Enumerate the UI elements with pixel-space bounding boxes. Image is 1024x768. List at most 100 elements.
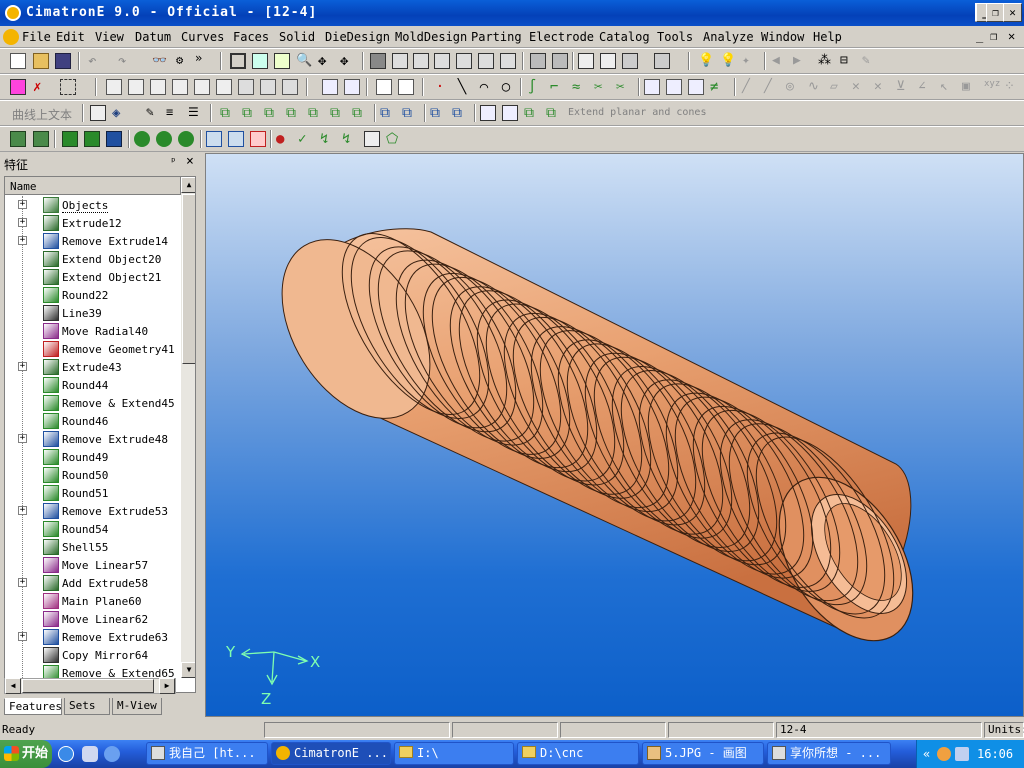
surface-2-icon[interactable]: ⧉ [242, 105, 258, 121]
view-back-icon[interactable] [456, 53, 472, 69]
tab-sets[interactable]: Sets [64, 698, 110, 715]
surface-4-icon[interactable]: ⧉ [286, 105, 302, 121]
menu-diedesign[interactable]: DieDesign [325, 30, 390, 44]
qq-tray-icon[interactable] [937, 747, 951, 761]
draft-tool-icon[interactable] [178, 131, 194, 147]
surface-3-icon[interactable]: ⧉ [264, 105, 280, 121]
tree-item[interactable]: + Remove Extrude63 [5, 628, 181, 646]
remove-tool-icon[interactable] [106, 131, 122, 147]
tree-item[interactable]: Remove Geometry41 [5, 340, 181, 358]
tree-item[interactable]: Round50 [5, 466, 181, 484]
scroll-up-icon[interactable]: ▲ [181, 177, 195, 193]
tree-item[interactable]: + Add Extrude58 [5, 574, 181, 592]
solid-2-icon[interactable] [33, 131, 49, 147]
tree-item[interactable]: Remove & Extend45 [5, 394, 181, 412]
surface-6-icon[interactable]: ⧉ [330, 105, 346, 121]
offset-curve-icon[interactable]: ≈ [572, 79, 588, 95]
disabled-xyz-icon[interactable]: xyz [984, 79, 1000, 95]
surface-9-icon[interactable]: ⧉ [402, 105, 418, 121]
tree-item[interactable]: Round49 [5, 448, 181, 466]
tree-item[interactable]: Copy Mirror64 [5, 646, 181, 664]
task-folder-i[interactable]: I:\ [394, 742, 514, 765]
scroll-right-icon[interactable]: ▶ [159, 678, 175, 694]
model-cylinder[interactable]: Y X Z [206, 154, 1024, 717]
disabled-cross-icon[interactable]: ✕ [852, 79, 868, 95]
extrude-tool-icon[interactable] [62, 131, 78, 147]
surface-1-icon[interactable]: ⧉ [220, 105, 236, 121]
menu-curves[interactable]: Curves [181, 30, 224, 44]
menu-window[interactable]: Window [761, 30, 804, 44]
surface-14-icon[interactable]: ⧉ [524, 105, 540, 121]
menu-faces[interactable]: Faces [233, 30, 269, 44]
tab-m-view[interactable]: M-View [112, 698, 162, 715]
render-hidden-icon[interactable] [622, 53, 638, 69]
expand-icon[interactable]: + [18, 434, 27, 443]
expand-icon[interactable]: + [18, 578, 27, 587]
pen-icon[interactable]: ✎ [146, 105, 162, 121]
disabled-tool7-icon[interactable]: ▣ [962, 79, 978, 95]
mdi-restore-icon[interactable]: ❐ [990, 29, 997, 43]
render-mode-dropdown-icon[interactable] [654, 53, 670, 69]
toolbar-overflow-icon[interactable]: » [195, 51, 211, 67]
split-icon[interactable]: ✂ [616, 79, 632, 95]
tree-item[interactable]: Line39 [5, 304, 181, 322]
menu-view[interactable]: View [95, 30, 124, 44]
menu-parting[interactable]: Parting [471, 30, 522, 44]
tree-item[interactable]: Round44 [5, 376, 181, 394]
arc-icon[interactable]: ⌒ [476, 79, 492, 95]
zoom-window-icon[interactable] [252, 53, 268, 69]
feature-4-icon[interactable]: ↯ [342, 131, 358, 147]
tree-item[interactable]: + Extrude43 [5, 358, 181, 376]
pan-icon[interactable]: ✥ [318, 53, 334, 69]
revolve-tool-icon[interactable] [84, 131, 100, 147]
disabled-tool6-icon[interactable]: ↖ [940, 79, 956, 95]
sketch-icon[interactable] [376, 79, 392, 95]
select-icon[interactable] [10, 79, 26, 95]
light-on-icon[interactable]: 💡 [720, 53, 736, 69]
disabled-line2-icon[interactable]: ╱ [764, 79, 780, 95]
menu-analyze[interactable]: Analyze [703, 30, 754, 44]
surface-12-icon[interactable] [480, 105, 496, 121]
tree-vertical-scrollbar[interactable]: ▲ ▼ [181, 177, 195, 678]
tree-item[interactable]: Shell55 [5, 538, 181, 556]
table-icon[interactable] [90, 105, 106, 121]
sketch-2-icon[interactable] [398, 79, 414, 95]
line-width-icon[interactable]: ☰ [188, 105, 204, 121]
disabled-line-icon[interactable]: ╱ [742, 79, 758, 95]
curve-analyze-icon[interactable]: ≠ [710, 79, 726, 95]
surface-curve-icon[interactable] [666, 79, 682, 95]
tree-item[interactable]: Round54 [5, 520, 181, 538]
disabled-tool4-icon[interactable]: ⊻ [896, 79, 912, 95]
tree-horizontal-scrollbar[interactable]: ◀ ▶ [4, 678, 176, 694]
cimatron-app-icon[interactable] [5, 5, 21, 21]
mdi-minimize-icon[interactable]: _ [976, 29, 983, 43]
expand-icon[interactable]: + [18, 200, 27, 209]
tree-item[interactable]: Round51 [5, 484, 181, 502]
previous-view-icon[interactable]: ◀ [772, 53, 788, 69]
view-save-icon[interactable] [552, 53, 568, 69]
expand-icon[interactable]: + [18, 218, 27, 227]
pin-icon[interactable]: ᵖ [170, 155, 177, 168]
curve-tool-7-icon[interactable] [238, 79, 254, 95]
menu-catalog[interactable]: Catalog [599, 30, 650, 44]
feature-3-icon[interactable]: ↯ [320, 131, 336, 147]
extend-planar-icon[interactable]: ⧉ [546, 105, 562, 121]
expand-icon[interactable]: + [18, 362, 27, 371]
light-off-icon[interactable]: 💡 [698, 53, 714, 69]
show-hide-icon[interactable]: 👓 [152, 53, 168, 69]
feature-1-icon[interactable]: ● [276, 131, 292, 147]
view-right-icon[interactable] [434, 53, 450, 69]
surface-10-icon[interactable]: ⧉ [430, 105, 446, 121]
expand-icon[interactable]: + [18, 236, 27, 245]
next-view-icon[interactable]: ▶ [793, 53, 809, 69]
line-icon[interactable]: ╲ [454, 79, 470, 95]
fillet-curve-icon[interactable]: ⌐ [550, 79, 566, 95]
tree-item[interactable]: Main Plane60 [5, 592, 181, 610]
tree-item[interactable]: Round46 [5, 412, 181, 430]
composite-icon[interactable] [644, 79, 660, 95]
curve-tool-4-icon[interactable] [172, 79, 188, 95]
surface-8-icon[interactable]: ⧉ [380, 105, 396, 121]
circle-icon[interactable]: ○ [498, 79, 514, 95]
network-tray-icon[interactable] [955, 747, 969, 761]
expand-icon[interactable]: + [18, 632, 27, 641]
